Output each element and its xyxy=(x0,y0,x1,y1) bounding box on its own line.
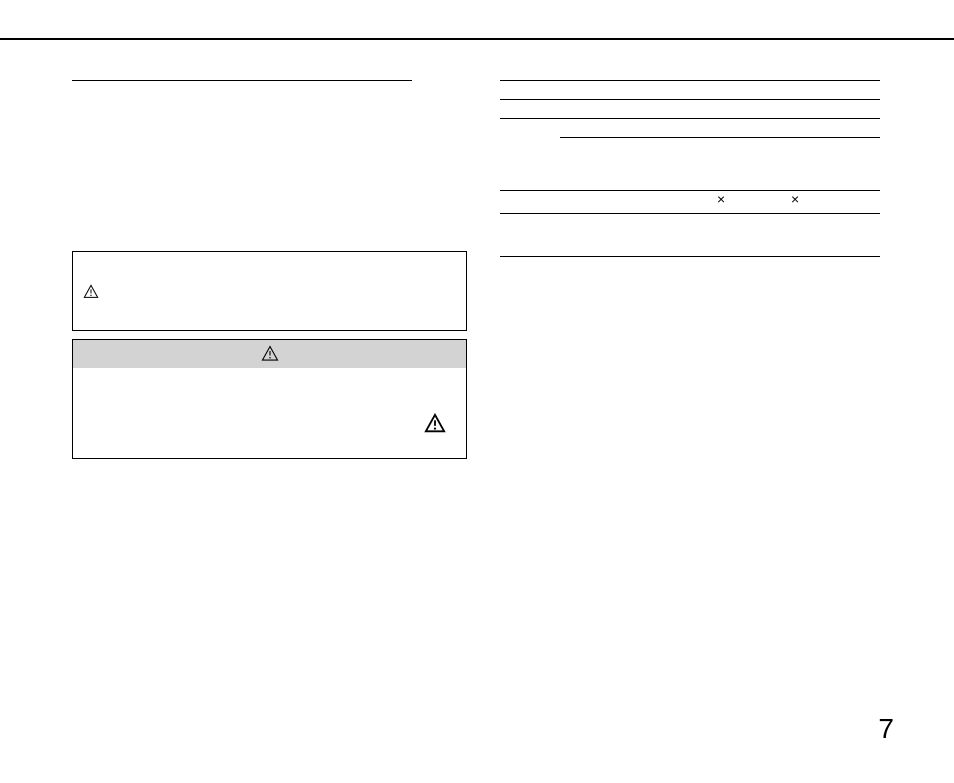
warning-icon xyxy=(424,413,446,435)
top-rule xyxy=(0,38,954,40)
table-rule xyxy=(560,137,880,138)
table-rule xyxy=(500,99,880,100)
right-column: × × xyxy=(500,80,880,275)
left-column xyxy=(72,80,467,459)
table-rule xyxy=(500,118,880,119)
table-rule xyxy=(500,80,880,81)
warning-icon xyxy=(261,345,279,363)
table-rule xyxy=(500,213,880,214)
table-rule xyxy=(500,190,880,191)
warning-icon xyxy=(83,284,99,300)
caution-box xyxy=(72,251,467,331)
multiply-symbol: × xyxy=(717,191,725,207)
multiply-symbol: × xyxy=(791,191,799,207)
warning-box xyxy=(72,339,467,459)
warning-header xyxy=(73,340,466,368)
table-rule xyxy=(500,256,880,257)
left-heading-underline xyxy=(72,80,412,81)
warning-body xyxy=(73,368,466,458)
page-number: 7 xyxy=(878,713,894,745)
